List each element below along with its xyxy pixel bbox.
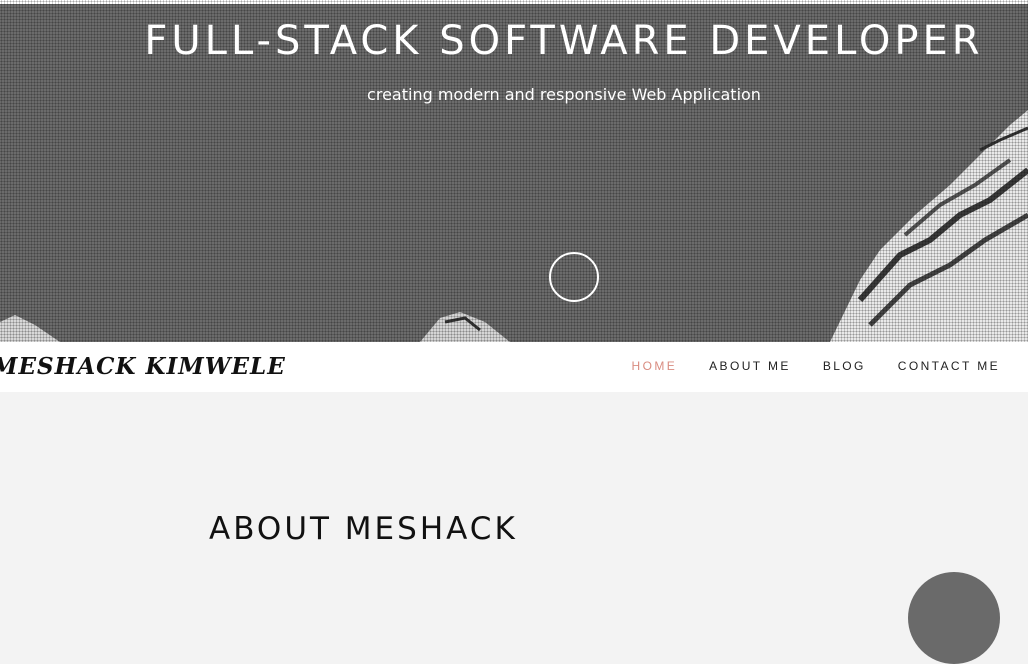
- nav-links: HOME ABOUT ME BLOG CONTACT ME: [600, 359, 1000, 373]
- brand-logo[interactable]: MESHACK KIMWELE: [0, 353, 286, 380]
- nav-item-home[interactable]: HOME: [632, 359, 678, 373]
- hero-banner: FULL-STACK SOFTWARE DEVELOPER creating m…: [0, 0, 1028, 342]
- navbar: MESHACK KIMWELE HOME ABOUT ME BLOG CONTA…: [0, 342, 1028, 392]
- nav-item-blog[interactable]: BLOG: [823, 359, 866, 373]
- hero-subtitle: creating modern and responsive Web Appli…: [367, 85, 761, 104]
- nav-item-contact-me[interactable]: CONTACT ME: [898, 359, 1000, 373]
- profile-photo: [908, 572, 1000, 664]
- hero-title: FULL-STACK SOFTWARE DEVELOPER: [144, 18, 984, 64]
- nav-item-about-me[interactable]: ABOUT ME: [709, 359, 791, 373]
- scroll-down-circle-icon[interactable]: [549, 252, 599, 302]
- about-heading: ABOUT MESHACK: [209, 511, 518, 547]
